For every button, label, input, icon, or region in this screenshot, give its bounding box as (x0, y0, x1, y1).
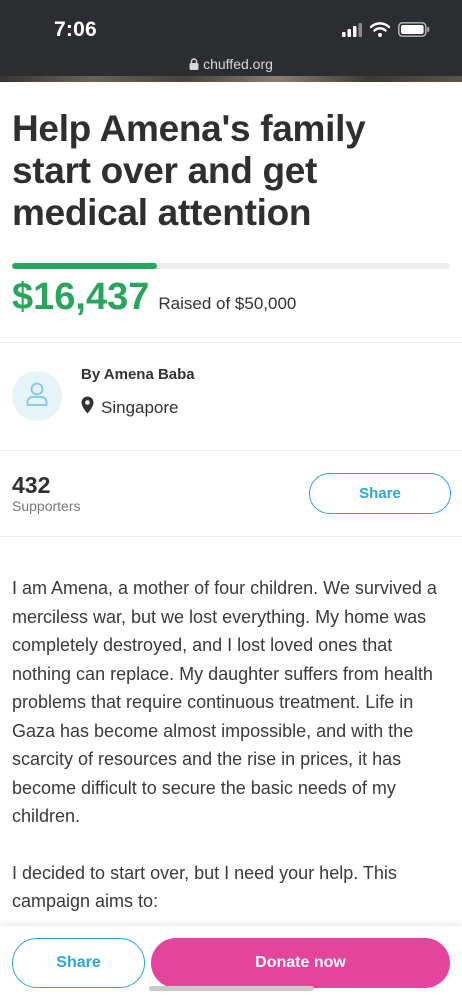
organizer-location-text: Singapore (101, 397, 179, 417)
campaign-story: I am Amena, a mother of four children. W… (12, 574, 454, 944)
story-paragraph: I am Amena, a mother of four children. W… (12, 578, 437, 826)
supporters-count: 432 (12, 472, 51, 498)
funding-progress-fill (12, 263, 157, 269)
lock-icon (189, 57, 199, 73)
status-icons (342, 22, 430, 42)
avatar (12, 371, 62, 421)
url-text: chuffed.org (203, 56, 273, 72)
share-bottom-button[interactable]: Share (12, 938, 145, 988)
hero-image-edge (0, 76, 462, 82)
map-pin-icon (81, 396, 94, 419)
donate-now-button[interactable]: Donate now (151, 938, 450, 988)
status-time: 7:06 (54, 18, 97, 41)
divider (0, 450, 462, 451)
signal-icon (342, 22, 362, 42)
user-icon (25, 381, 49, 412)
url-bar[interactable]: chuffed.org (0, 56, 462, 73)
raised-summary: $16,437 Raised of $50,000 (12, 276, 296, 319)
home-indicator (149, 986, 314, 991)
raised-goal-text: Raised of $50,000 (158, 294, 297, 313)
supporters-label: Supporters (12, 498, 81, 514)
story-paragraph: I decided to start over, but I need your… (12, 862, 397, 912)
battery-icon (398, 22, 430, 42)
organizer-location: Singapore (81, 396, 179, 419)
campaign-title: Help Amena's family start over and get m… (12, 108, 366, 233)
raised-amount: $16,437 (12, 276, 150, 318)
divider (0, 342, 462, 343)
wifi-icon (369, 22, 391, 42)
divider (0, 536, 462, 537)
funding-progress-bar (12, 263, 450, 269)
organizer-name[interactable]: By Amena Baba (81, 366, 195, 383)
status-bar: 7:06 chuffed.org (0, 0, 462, 82)
share-button[interactable]: Share (309, 473, 451, 514)
